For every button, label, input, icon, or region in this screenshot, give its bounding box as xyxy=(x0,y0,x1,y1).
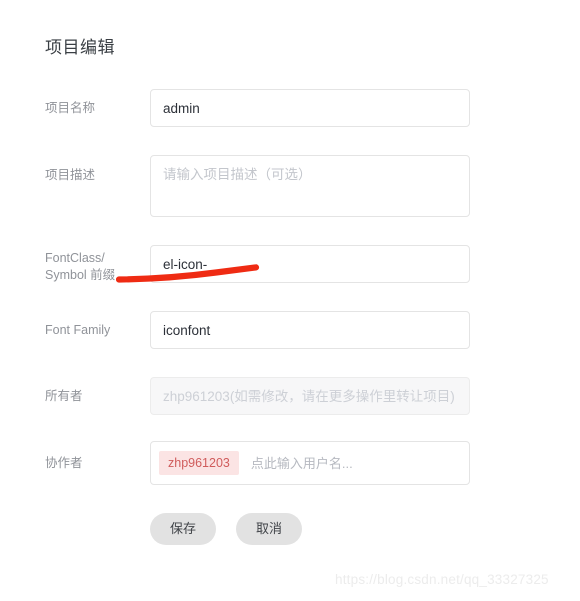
label-fontclass-prefix-line1: FontClass/ xyxy=(45,251,105,265)
label-project-name: 项目名称 xyxy=(45,101,96,115)
label-fontclass-prefix-line2: Symbol 前缀 xyxy=(45,268,116,282)
cancel-button[interactable]: 取消 xyxy=(236,513,302,545)
save-button[interactable]: 保存 xyxy=(150,513,216,545)
fontclass-prefix-input[interactable] xyxy=(150,245,470,283)
form-actions: 保存 取消 xyxy=(150,513,302,545)
page-title: 项目编辑 xyxy=(45,38,115,57)
owner-input xyxy=(150,377,470,415)
label-project-description: 项目描述 xyxy=(45,168,96,182)
font-family-input[interactable] xyxy=(150,311,470,349)
project-description-textarea[interactable] xyxy=(150,155,470,217)
label-owner: 所有者 xyxy=(45,389,83,403)
watermark: https://blog.csdn.net/qq_33327325 xyxy=(335,572,549,587)
project-name-input[interactable] xyxy=(150,89,470,127)
collaborator-tag[interactable]: zhp961203 xyxy=(159,451,239,475)
label-font-family: Font Family xyxy=(45,323,111,337)
collaborators-field[interactable]: zhp961203 xyxy=(150,441,470,485)
label-collaborators: 协作者 xyxy=(45,456,83,470)
collaborator-username-input[interactable] xyxy=(248,454,461,472)
project-edit-page: 项目编辑 项目名称 项目描述 FontClass/ Symbol 前缀 Font… xyxy=(0,0,580,601)
